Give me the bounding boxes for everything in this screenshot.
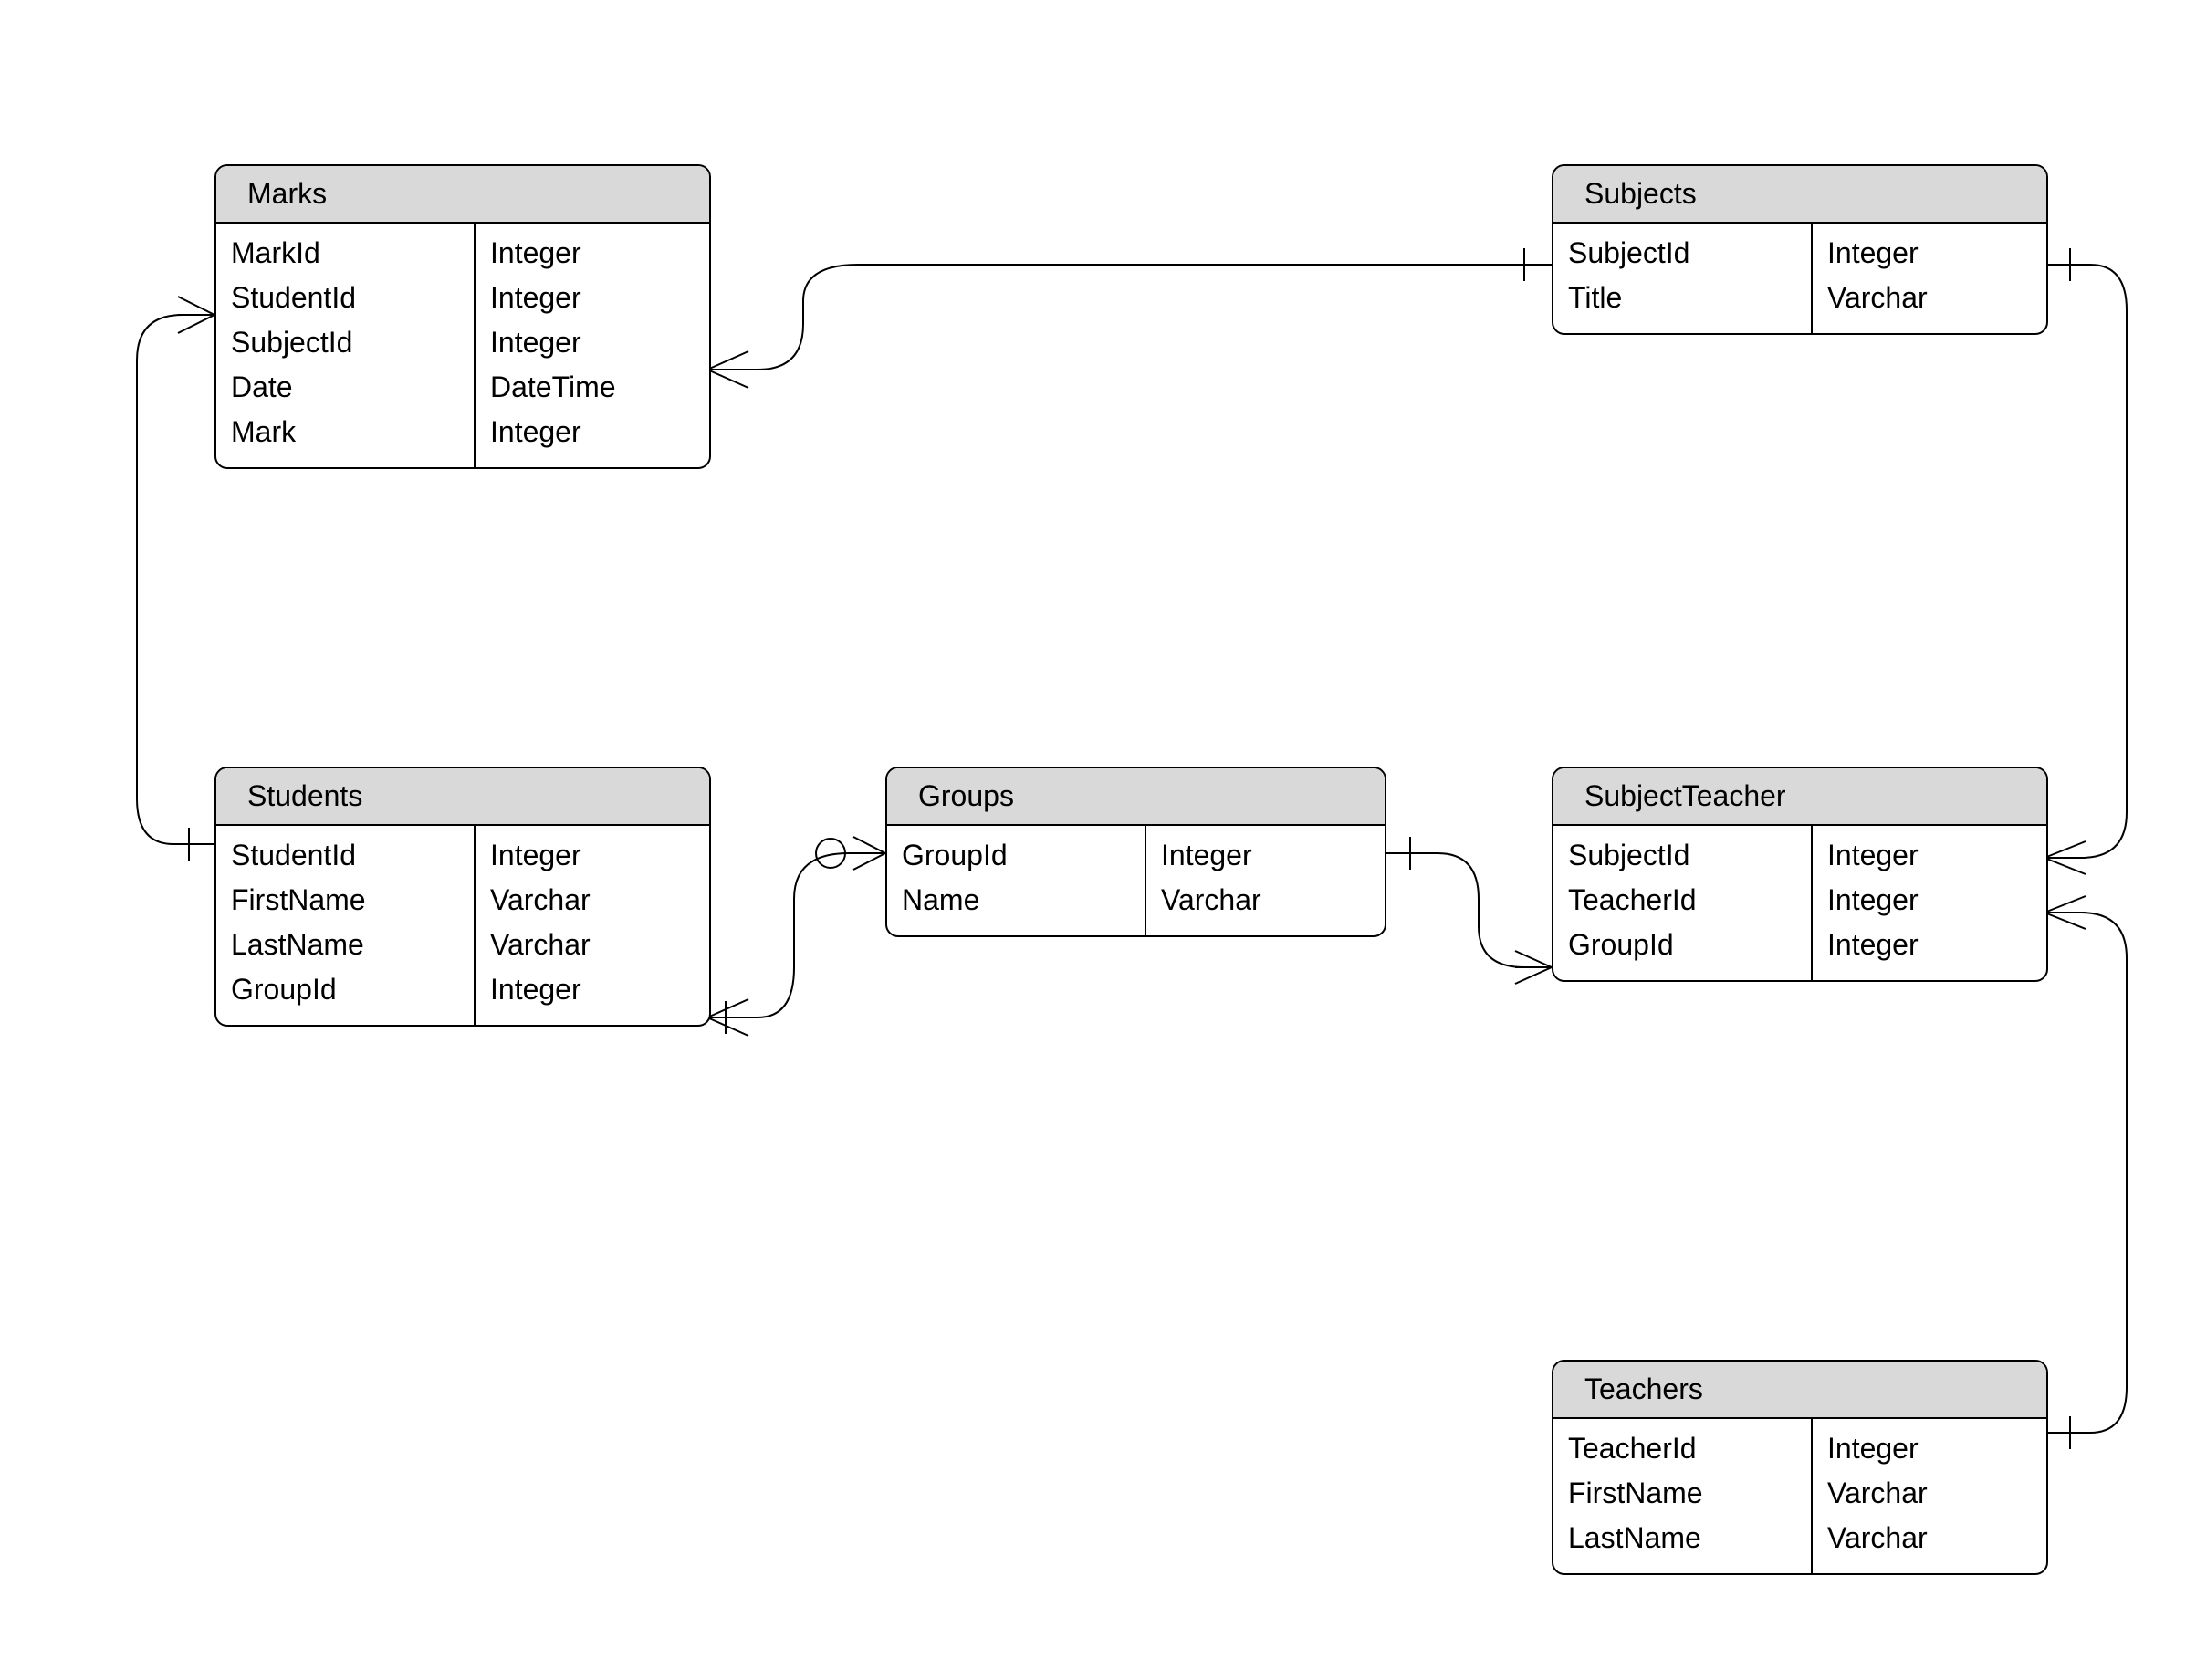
col-type: Integer [1827, 1426, 2032, 1471]
entity-title: Teachers [1553, 1362, 2046, 1419]
col-type: Integer [1827, 878, 2032, 923]
col-type: Varchar [1827, 276, 2032, 320]
entity-title: Marks [216, 166, 709, 224]
col-name: FirstName [231, 878, 459, 923]
col-type: Integer [490, 967, 695, 1012]
col-type: Integer [1161, 833, 1370, 878]
col-name: Mark [231, 410, 459, 454]
entity-subjectteacher: SubjectTeacher SubjectId TeacherId Group… [1552, 767, 2048, 982]
entity-teachers: Teachers TeacherId FirstName LastName In… [1552, 1360, 2048, 1575]
col-name: SubjectId [231, 320, 459, 365]
col-type: Integer [490, 231, 695, 276]
col-name: Name [902, 878, 1130, 923]
col-name: LastName [231, 923, 459, 967]
col-type: Varchar [490, 923, 695, 967]
col-name: SubjectId [1568, 231, 1796, 276]
col-type: Integer [1827, 833, 2032, 878]
col-type: Integer [490, 833, 695, 878]
col-type: Varchar [490, 878, 695, 923]
col-type: Integer [490, 410, 695, 454]
col-name: Title [1568, 276, 1796, 320]
col-type: Varchar [1161, 878, 1370, 923]
col-name: StudentId [231, 276, 459, 320]
entity-subjects: Subjects SubjectId Title Integer Varchar [1552, 164, 2048, 335]
entity-title: Subjects [1553, 166, 2046, 224]
col-name: TeacherId [1568, 1426, 1796, 1471]
col-name: GroupId [1568, 923, 1796, 967]
entity-title: Groups [887, 768, 1385, 826]
entity-students: Students StudentId FirstName LastName Gr… [214, 767, 711, 1027]
entity-title: Students [216, 768, 709, 826]
col-type: Integer [490, 276, 695, 320]
col-name: Date [231, 365, 459, 410]
col-name: TeacherId [1568, 878, 1796, 923]
col-name: GroupId [902, 833, 1130, 878]
entity-title: SubjectTeacher [1553, 768, 2046, 826]
col-name: LastName [1568, 1516, 1796, 1560]
col-type: Varchar [1827, 1471, 2032, 1516]
col-type: Integer [1827, 923, 2032, 967]
entity-marks: Marks MarkId StudentId SubjectId Date Ma… [214, 164, 711, 469]
col-name: GroupId [231, 967, 459, 1012]
col-type: Integer [490, 320, 695, 365]
col-type: Integer [1827, 231, 2032, 276]
col-type: Varchar [1827, 1516, 2032, 1560]
col-name: MarkId [231, 231, 459, 276]
col-name: SubjectId [1568, 833, 1796, 878]
col-name: FirstName [1568, 1471, 1796, 1516]
col-type: DateTime [490, 365, 695, 410]
entity-groups: Groups GroupId Name Integer Varchar [885, 767, 1386, 937]
col-name: StudentId [231, 833, 459, 878]
